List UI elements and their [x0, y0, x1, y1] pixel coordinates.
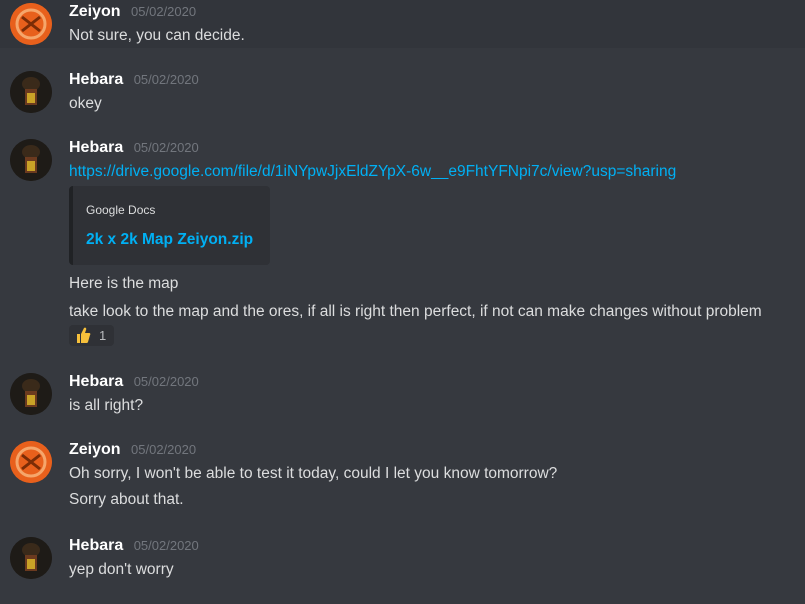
- message-text: is all right?: [69, 397, 144, 414]
- username[interactable]: Hebara: [69, 373, 123, 390]
- message-group: Zeiyon 05/02/2020 Oh sorry, I won't be a…: [0, 438, 805, 514]
- username[interactable]: Hebara: [69, 139, 123, 156]
- timestamp: 05/02/2020: [133, 140, 199, 155]
- message-text: Oh sorry, I won't be able to test it tod…: [69, 465, 558, 482]
- message-text: yep don't worry: [69, 561, 174, 578]
- timestamp: 05/02/2020: [131, 4, 197, 19]
- avatar[interactable]: [10, 373, 52, 415]
- message-text: Sorry about that.: [69, 491, 184, 508]
- thumbs-up-icon: [75, 326, 91, 347]
- message-text: https://drive.google.com/file/d/1iNYpwJj…: [69, 163, 676, 181]
- timestamp: 05/02/2020: [131, 442, 197, 457]
- username[interactable]: Hebara: [69, 71, 123, 88]
- reaction-count: 1: [99, 328, 107, 343]
- message-group: Hebara 05/02/2020 https://drive.google.c…: [0, 136, 805, 351]
- message-link[interactable]: https://drive.google.com/file/d/1iNYpwJj…: [69, 163, 676, 180]
- message-text: take look to the map and the ores, if al…: [69, 303, 762, 320]
- timestamp: 05/02/2020: [133, 72, 199, 87]
- embed-title[interactable]: 2k x 2k Map Zeiyon.zip: [86, 231, 253, 249]
- avatar[interactable]: [10, 71, 52, 113]
- message-group: Hebara 05/02/2020 is all right?: [0, 370, 805, 418]
- message-group: Hebara 05/02/2020 yep don't worry: [0, 534, 805, 582]
- message-group: Zeiyon 05/02/2020 Not sure, you can deci…: [0, 0, 805, 48]
- avatar[interactable]: [10, 3, 52, 45]
- timestamp: 05/02/2020: [133, 374, 199, 389]
- avatar[interactable]: [10, 537, 52, 579]
- message-text: Not sure, you can decide.: [69, 27, 245, 44]
- avatar[interactable]: [10, 441, 52, 483]
- timestamp: 05/02/2020: [133, 538, 199, 553]
- message-text: Here is the map: [69, 275, 179, 292]
- embed-provider: Google Docs: [86, 203, 156, 217]
- avatar[interactable]: [10, 139, 52, 181]
- reaction-button[interactable]: 1: [69, 325, 114, 346]
- username[interactable]: Zeiyon: [69, 3, 121, 20]
- username[interactable]: Zeiyon: [69, 441, 121, 458]
- username[interactable]: Hebara: [69, 537, 123, 554]
- message-text: okey: [69, 95, 102, 112]
- link-embed: Google Docs 2k x 2k Map Zeiyon.zip: [69, 186, 270, 265]
- message-group: Hebara 05/02/2020 okey: [0, 68, 805, 116]
